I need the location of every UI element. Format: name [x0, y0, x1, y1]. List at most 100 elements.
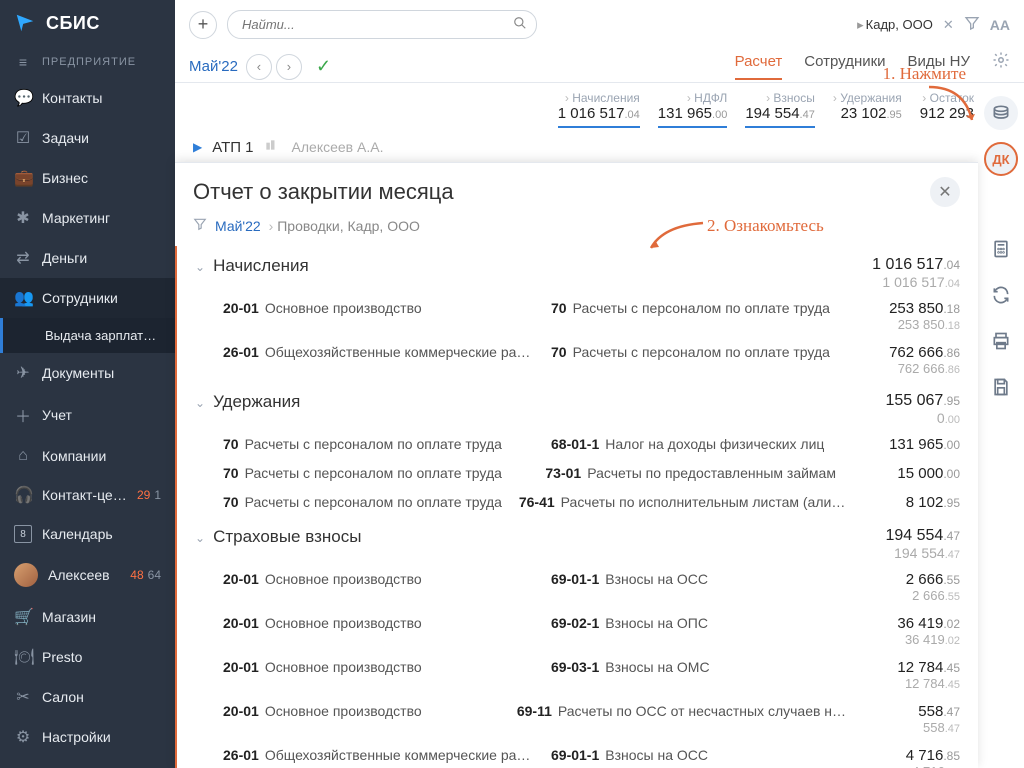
sidebar-item-2[interactable]: 💼Бизнес — [0, 158, 175, 198]
print-icon[interactable] — [984, 324, 1018, 358]
section-header[interactable]: ⌄Удержания155 067.950.00 — [195, 382, 960, 430]
nav-icon: ⌂ — [14, 447, 32, 465]
summary-col-4[interactable]: Остаток912 293 — [920, 91, 974, 128]
nav-label: Маркетинг — [42, 210, 110, 226]
dk-button[interactable]: ДК — [984, 142, 1018, 176]
sidebar-item-9[interactable]: 🎧Контакт-це…291 — [0, 475, 175, 515]
panel-period[interactable]: Май'22 — [215, 218, 261, 234]
nav-label: Календарь — [42, 526, 113, 542]
nav-icon: ☑ — [14, 128, 32, 148]
sidebar-item-11[interactable]: Алексеев4864 — [0, 553, 175, 597]
sidebar-item-4[interactable]: ⇄ Деньги — [0, 238, 175, 278]
save-icon[interactable] — [984, 370, 1018, 404]
clear-org-icon[interactable]: ✕ — [943, 17, 954, 33]
report-row[interactable]: 20-01Основное производство69-01-1Взносы … — [195, 565, 960, 609]
search — [227, 10, 537, 39]
org-selector[interactable]: ▸Кадр, ООО — [857, 17, 933, 33]
section-header[interactable]: ⌄Страховые взносы194 554.47194 554.47 — [195, 517, 960, 565]
section-header[interactable]: ⌄Начисления1 016 517.041 016 517.04 — [195, 246, 960, 294]
chevron-down-icon[interactable]: ⌄ — [195, 531, 205, 545]
logo[interactable]: СБИС — [0, 0, 175, 46]
sidebar-item-6[interactable]: ✈Документы — [0, 353, 175, 393]
funnel-icon[interactable] — [964, 15, 980, 34]
sidebar-item-0[interactable]: 💬Контакты — [0, 78, 175, 118]
nav-icon: ✂ — [14, 687, 32, 707]
group-name: АТП 1 — [212, 139, 253, 156]
sidebar-item-15[interactable]: ⚙ Настройки — [0, 717, 175, 757]
report-row[interactable]: 20-01Основное производство69-11Расчеты п… — [195, 697, 960, 741]
nav-label: Сотрудники — [42, 290, 118, 306]
report-row[interactable]: 70Расчеты с персоналом по оплате труда68… — [195, 430, 960, 459]
group-row[interactable]: ▶ АТП 1 Алексеев А.А. — [175, 128, 1024, 166]
report-row[interactable]: 20-01Основное производство69-02-1Взносы … — [195, 609, 960, 653]
report-row[interactable]: 70Расчеты с персоналом по оплате труда73… — [195, 459, 960, 488]
summary-col-0[interactable]: Начисления1 016 517.04 — [558, 91, 640, 128]
nav-icon: 💼 — [14, 168, 32, 188]
sidebar-item-8[interactable]: ⌂ Компании — [0, 437, 175, 475]
group-person: Алексеев А.А. — [292, 139, 384, 155]
expand-icon[interactable]: ▶ — [193, 140, 202, 154]
close-button[interactable]: ✕ — [930, 177, 960, 207]
report-row[interactable]: 26-01Общехозяйственные коммерческие расх… — [195, 741, 960, 768]
topbar: + ▸Кадр, ООО ✕ AA — [175, 0, 1024, 45]
panel-filter: Май'22 Проводки, Кадр, ООО — [175, 213, 978, 246]
tab-1[interactable]: Сотрудники — [804, 53, 885, 80]
nav-label: Presto — [42, 649, 82, 665]
sidebar-item-14[interactable]: ✂ Салон — [0, 677, 175, 717]
avatar-icon — [14, 563, 38, 587]
firm-row[interactable]: ≡ ПРЕДПРИЯТИЕ — [0, 46, 175, 78]
coins-icon[interactable] — [984, 96, 1018, 130]
report-row[interactable]: 26-01Общехозяйственные коммерческие расх… — [195, 338, 960, 382]
sidebar-item-3[interactable]: ✱Маркетинг — [0, 198, 175, 238]
sidebar-item-10[interactable]: 8 Календарь — [0, 515, 175, 553]
report-row[interactable]: 70Расчеты с персоналом по оплате труда76… — [195, 488, 960, 517]
summary-col-2[interactable]: Взносы194 554.47 — [745, 91, 815, 128]
period-next-button[interactable]: › — [276, 54, 302, 80]
nav-icon: ✈ — [14, 363, 32, 383]
main: + ▸Кадр, ООО ✕ AA Май'22 ‹ › — [175, 0, 1024, 768]
nav-label: Магазин — [42, 609, 96, 625]
firm-label: ПРЕДПРИЯТИЕ — [42, 56, 136, 68]
side-tools: ДК — [978, 92, 1024, 404]
sidebar-subitem[interactable]: Выдача зарплат… — [0, 318, 175, 353]
report-row[interactable]: 20-01Основное производство70Расчеты с пе… — [195, 294, 960, 338]
sidebar-item-13[interactable]: 🍽 Presto — [0, 637, 175, 677]
summary-col-3[interactable]: Удержания23 102.95 — [833, 91, 902, 128]
building-icon — [264, 138, 278, 156]
gear-icon[interactable] — [992, 51, 1010, 82]
sidebar-item-7[interactable]: ＋Учет — [0, 393, 175, 437]
chevron-down-icon[interactable]: ⌄ — [195, 396, 205, 410]
filter-icon[interactable] — [193, 217, 207, 234]
tab-0[interactable]: Расчет — [735, 53, 783, 80]
period-prev-button[interactable]: ‹ — [246, 54, 272, 80]
summary-col-1[interactable]: НДФЛ131 965.00 — [658, 91, 728, 128]
panel-title: Отчет о закрытии месяца — [193, 179, 454, 205]
sidebar-item-12[interactable]: 🛒Магазин — [0, 597, 175, 637]
nav-icon: ⚙ — [14, 727, 32, 747]
add-button[interactable]: + — [189, 11, 217, 39]
calendar-icon: 8 — [14, 525, 32, 543]
nav-icon: ⇄ — [14, 248, 32, 268]
nav-label: Компании — [42, 448, 106, 464]
nav-label: Алексеев — [48, 567, 110, 583]
nav-icon: 🍽 — [14, 647, 32, 667]
nav-label: Салон — [42, 689, 84, 705]
sidebar: СБИС ≡ ПРЕДПРИЯТИЕ 💬Контакты☑Задачи💼Бизн… — [0, 0, 175, 768]
menu-icon: ≡ — [14, 54, 32, 70]
search-input[interactable] — [227, 10, 537, 39]
calculator-icon[interactable] — [984, 232, 1018, 266]
bird-icon — [14, 12, 36, 34]
font-size-icon[interactable]: AA — [990, 17, 1010, 33]
check-icon[interactable]: ✓ — [316, 56, 331, 77]
nav-label: Деньги — [42, 250, 87, 266]
report-row[interactable]: 20-01Основное производство69-03-1Взносы … — [195, 653, 960, 697]
sidebar-item-1[interactable]: ☑Задачи — [0, 118, 175, 158]
search-icon[interactable] — [513, 16, 527, 35]
period-selector[interactable]: Май'22 — [189, 58, 238, 75]
refresh-icon[interactable] — [984, 278, 1018, 312]
sidebar-item-5[interactable]: 👥Сотрудники — [0, 278, 175, 318]
chevron-down-icon[interactable]: ⌄ — [195, 260, 205, 274]
nav-label: Настройки — [42, 729, 111, 745]
tabrow: Май'22 ‹ › ✓ Расчет Сотрудники Виды НУ — [175, 45, 1024, 83]
tab-2[interactable]: Виды НУ — [908, 53, 970, 80]
